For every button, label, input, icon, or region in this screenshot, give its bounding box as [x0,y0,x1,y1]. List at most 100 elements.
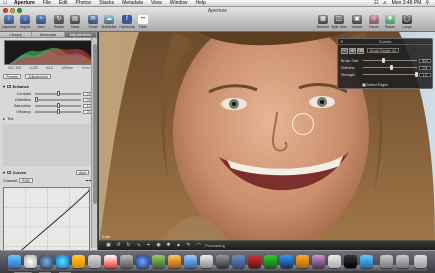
vibrancy-slider-knob[interactable] [57,109,61,114]
app-icon-white[interactable] [328,255,341,268]
menu-help[interactable]: Help [192,0,210,6]
brush-in-icon[interactable]: ✎ [341,47,348,54]
flickr-button[interactable]: •• Flickr [136,15,150,31]
stack-button[interactable]: ▤ Stack [68,15,82,31]
system-preferences-icon[interactable] [216,255,229,268]
tint-disclosure[interactable]: ▸ Tint [3,116,95,121]
curves-auto-button[interactable]: Auto [76,170,90,175]
inspector-button[interactable]: i Inspector [2,15,16,31]
ichat-icon[interactable] [72,255,85,268]
brush-size-knob[interactable] [381,58,385,63]
loupe-button[interactable]: ◯ Loupe [400,15,414,31]
enhance-section-header[interactable]: ▾ ✓ Enhance [3,84,95,89]
app-icon-green[interactable] [264,255,277,268]
menu-photos[interactable]: Photos [72,0,96,6]
time-machine-icon[interactable] [200,255,213,268]
feather-icon[interactable]: ✿ [349,47,356,54]
spotlight-icon[interactable]: ⚲ [423,0,431,6]
browser-button[interactable]: ▦ Browser [316,15,330,31]
mail-icon[interactable] [40,255,53,268]
wifi-icon[interactable]: ☷ [372,0,380,6]
safari-icon[interactable] [56,255,69,268]
straighten-icon[interactable]: ↘ [135,242,142,249]
address-book-icon[interactable] [88,255,101,268]
apple-menu-icon[interactable]:  [0,0,10,6]
tab-library[interactable]: Library [0,32,33,37]
softness-slider[interactable] [363,65,417,70]
app-icon-red[interactable] [248,255,261,268]
documents-stack-icon[interactable] [380,255,393,268]
lift-stamp-icon[interactable]: ▲ [175,242,182,249]
inspector-scrollbar[interactable] [91,38,97,248]
saturation-slider[interactable] [35,103,81,108]
email-button[interactable]: ✉ Email [86,15,100,31]
brush-range-popup[interactable]: Brush Range: All [367,48,400,53]
finder-icon[interactable] [8,255,21,268]
contrast-slider[interactable] [35,91,81,96]
detect-edges-checkbox[interactable] [362,83,366,87]
softness-field[interactable]: 0.5 [419,65,431,70]
vibrancy-slider[interactable] [35,109,81,114]
enhance-checkbox[interactable]: ✓ [7,84,11,89]
clock[interactable]: Mon 3:48 PM [390,0,424,6]
contrast-slider-knob[interactable] [57,91,61,96]
tab-adjustments[interactable]: Adjustments [64,32,97,37]
strength-knob[interactable] [414,72,418,77]
viewer-button[interactable]: ▣ Viewer [350,15,364,31]
app-icon-orange[interactable] [296,255,309,268]
definition-slider[interactable] [35,97,81,102]
rotate-left-icon[interactable]: ↺ [115,242,122,249]
aperture-icon[interactable] [232,255,245,268]
crop-icon[interactable]: ⌖ [145,242,152,249]
garageband-icon[interactable] [168,255,181,268]
iphoto-icon[interactable] [152,255,165,268]
channel-popup[interactable]: RGB [19,178,33,183]
rotate-right-icon[interactable]: ↻ [125,242,132,249]
mobileme-button[interactable]: ☁ MobileMe [101,15,117,31]
redeye-icon[interactable]: ◉ [155,242,162,249]
definition-slider-knob[interactable] [35,97,38,102]
import-button[interactable]: ↓ Import [18,15,32,31]
rotate-button[interactable]: ↻ Rotate [52,15,66,31]
menu-window[interactable]: Window [166,0,192,6]
saturation-slider-knob[interactable] [57,103,61,108]
retouch-icon[interactable]: ✸ [165,242,172,249]
brush-size-slider[interactable] [363,58,417,63]
menu-metadata[interactable]: Metadata [118,0,147,6]
strength-slider[interactable] [363,72,418,77]
menu-file[interactable]: File [39,0,55,6]
facebook-button[interactable]: f Facebook [119,15,135,31]
new-button[interactable]: + New [34,15,48,31]
faces-button[interactable]: ☺ Faces [367,15,381,31]
close-icon[interactable]: ✕ [340,39,343,45]
tab-metadata[interactable]: Metadata [32,32,65,37]
brush-tool-icon[interactable]: ✎ [185,242,192,249]
strength-field[interactable]: 1.0 [419,72,431,77]
ical-icon[interactable] [104,255,117,268]
presets-popup[interactable]: Presets [3,74,22,79]
dashboard-icon[interactable] [24,255,37,268]
eraser-icon[interactable]: ⌫ [357,47,364,54]
disclosure-triangle-icon[interactable]: ▾ [3,84,5,89]
fullscreen-icon[interactable]: ▣ [105,242,112,249]
app-icon-blue[interactable] [280,255,293,268]
menu-aperture[interactable]: Aperture [10,0,39,6]
disclosure-triangle-icon[interactable]: ▾ [3,170,5,175]
places-button[interactable]: ❖ Places [383,15,397,31]
adjustments-popup[interactable]: Adjustments [25,74,51,79]
trash-icon[interactable] [414,255,427,268]
imovie-icon[interactable] [184,255,197,268]
scrollbar-thumb[interactable] [93,44,97,204]
menu-edit[interactable]: Edit [55,0,72,6]
downloads-stack-icon[interactable] [396,255,409,268]
itunes-icon[interactable] [136,255,149,268]
terminal-icon[interactable] [344,255,357,268]
menu-stacks[interactable]: Stacks [95,0,118,6]
brush-size-field[interactable]: 30.0 [419,58,431,63]
menu-view[interactable]: View [147,0,166,6]
app-icon-purple[interactable] [312,255,325,268]
detect-edges-option[interactable]: Detect Edges [362,83,388,87]
split-view-button[interactable]: ◫ Split View [331,15,347,31]
softness-knob[interactable] [390,65,393,70]
curves-checkbox[interactable]: ✓ [7,170,11,175]
